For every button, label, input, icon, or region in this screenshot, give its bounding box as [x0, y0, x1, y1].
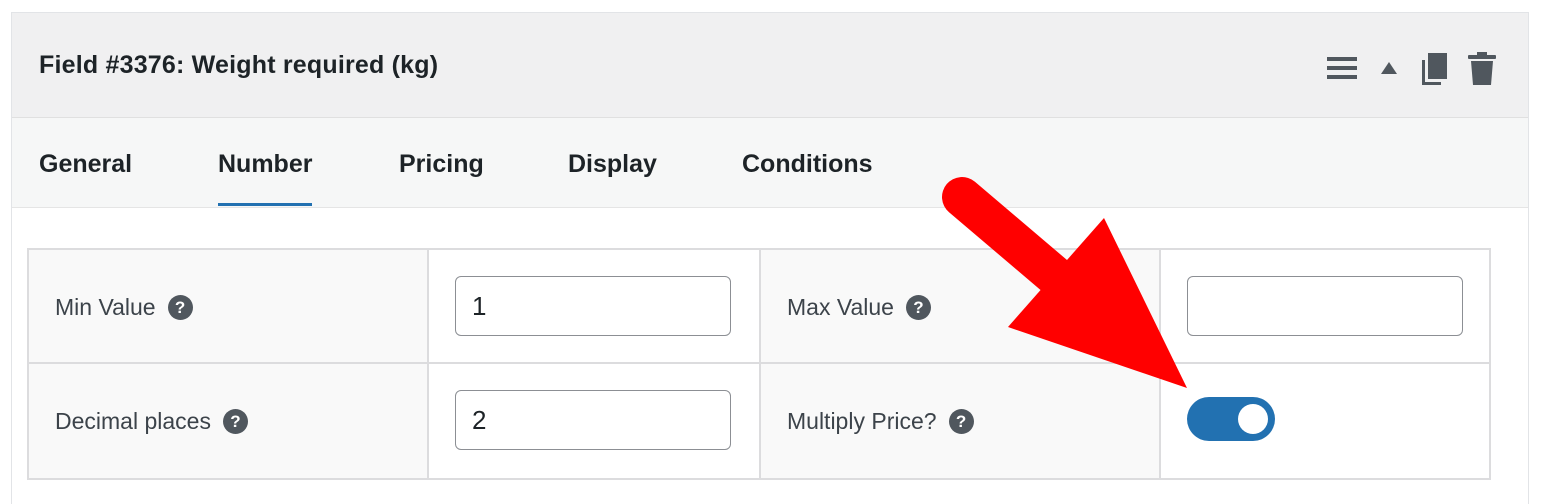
tab-number[interactable]: Number: [218, 150, 313, 206]
max-value-input[interactable]: [1187, 276, 1463, 336]
menu-icon[interactable]: [1327, 55, 1357, 81]
tab-display[interactable]: Display: [568, 150, 657, 179]
max-value-label: Max Value: [787, 294, 894, 320]
max-value-input-cell: [1161, 250, 1489, 364]
help-icon[interactable]: ?: [222, 409, 248, 434]
toggle-knob: [1238, 404, 1268, 434]
tab-bar: General Number Pricing Display Condition…: [12, 118, 1528, 208]
decimal-places-label-cell: Decimal places ?: [29, 364, 429, 478]
duplicate-icon[interactable]: [1420, 52, 1448, 86]
field-title: Field #3376: Weight required (kg): [39, 51, 439, 79]
tab-pricing[interactable]: Pricing: [399, 150, 484, 179]
field-header: Field #3376: Weight required (kg): [12, 13, 1528, 118]
min-value-label: Min Value: [55, 294, 156, 320]
multiply-price-toggle[interactable]: [1187, 397, 1275, 441]
decimal-places-input[interactable]: [455, 390, 731, 450]
tab-conditions[interactable]: Conditions: [742, 150, 873, 179]
tab-general[interactable]: General: [39, 150, 132, 179]
collapse-up-icon[interactable]: [1380, 61, 1398, 75]
min-value-input[interactable]: [455, 276, 731, 336]
help-icon[interactable]: ?: [948, 409, 974, 434]
decimal-places-input-cell: [429, 364, 761, 478]
trash-icon[interactable]: [1468, 52, 1496, 86]
number-settings-table: Min Value ? Max Value ? Decimal places ?…: [27, 248, 1491, 480]
min-value-label-cell: Min Value ?: [29, 250, 429, 364]
max-value-label-cell: Max Value ?: [761, 250, 1161, 364]
multiply-price-toggle-cell: [1161, 364, 1489, 478]
help-icon[interactable]: ?: [905, 295, 931, 320]
multiply-price-label-cell: Multiply Price? ?: [761, 364, 1161, 478]
multiply-price-label: Multiply Price?: [787, 408, 937, 434]
min-value-input-cell: [429, 250, 761, 364]
help-icon[interactable]: ?: [167, 295, 193, 320]
decimal-places-label: Decimal places: [55, 408, 211, 434]
